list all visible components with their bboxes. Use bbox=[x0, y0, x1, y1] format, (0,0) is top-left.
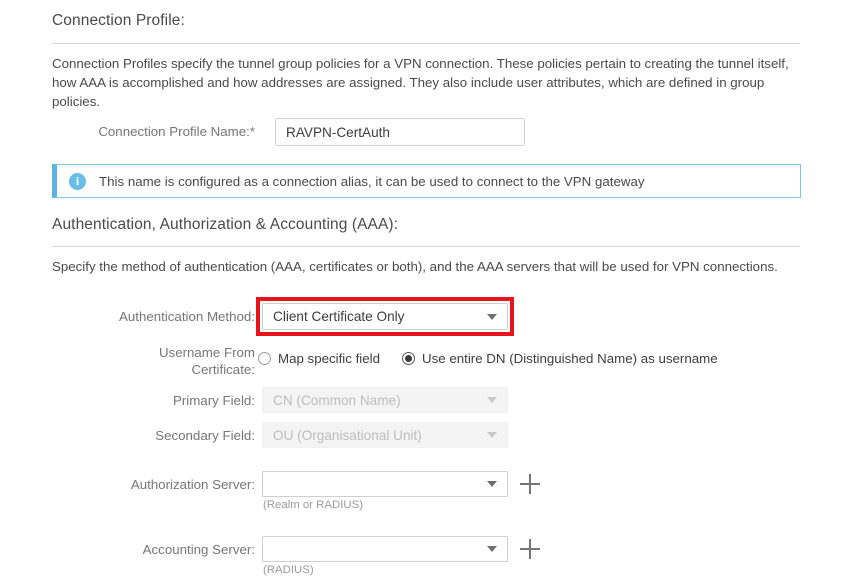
connection-profile-description: Connection Profiles specify the tunnel g… bbox=[52, 56, 789, 109]
primary-field-select: CN (Common Name) bbox=[262, 387, 508, 413]
username-from-certificate-radio-group: Map specific field Use entire DN (Distin… bbox=[258, 351, 718, 366]
secondary-field-label: Secondary Field: bbox=[155, 428, 255, 443]
chevron-down-icon bbox=[487, 313, 497, 320]
radio-indicator bbox=[258, 352, 271, 365]
aaa-description: Specify the method of authentication (AA… bbox=[52, 259, 778, 274]
radio-use-entire-dn-label: Use entire DN (Distinguished Name) as us… bbox=[422, 351, 718, 366]
info-banner-text: This name is configured as a connection … bbox=[99, 173, 645, 189]
authentication-method-select[interactable]: Client Certificate Only bbox=[262, 303, 508, 330]
info-icon: i bbox=[69, 172, 86, 190]
authentication-method-label: Authentication Method: bbox=[118, 309, 255, 324]
username-from-certificate-label-line2: Certificate: bbox=[191, 362, 255, 377]
authorization-server-label: Authorization Server: bbox=[130, 477, 255, 492]
authorization-server-hint: (Realm or RADIUS) bbox=[263, 499, 363, 511]
chevron-down-icon bbox=[487, 481, 497, 487]
connection-profile-divider bbox=[52, 43, 800, 44]
add-authorization-server-button[interactable] bbox=[520, 474, 540, 494]
radio-use-entire-dn[interactable]: Use entire DN (Distinguished Name) as us… bbox=[402, 351, 718, 366]
radio-map-specific-field-label: Map specific field bbox=[278, 351, 380, 366]
authorization-server-select[interactable] bbox=[262, 471, 508, 497]
accounting-server-hint: (RADIUS) bbox=[263, 564, 314, 576]
accounting-server-select[interactable] bbox=[262, 536, 508, 562]
secondary-field-select: OU (Organisational Unit) bbox=[262, 422, 508, 448]
connection-alias-info-banner: i This name is configured as a connectio… bbox=[52, 164, 801, 198]
primary-field-label: Primary Field: bbox=[172, 393, 255, 408]
secondary-field-value: OU (Organisational Unit) bbox=[273, 427, 422, 443]
aaa-divider bbox=[52, 246, 800, 247]
connection-profile-heading: Connection Profile: bbox=[52, 12, 185, 29]
radio-indicator-selected bbox=[402, 352, 415, 365]
radio-map-specific-field[interactable]: Map specific field bbox=[258, 351, 380, 366]
accounting-server-label: Accounting Server: bbox=[142, 542, 255, 557]
connection-profile-name-label: Connection Profile Name:* bbox=[98, 124, 255, 139]
add-accounting-server-button[interactable] bbox=[520, 539, 540, 559]
connection-profile-name-input[interactable] bbox=[275, 118, 525, 146]
connection-profile-wizard-panel: Connection Profile: Connection Profiles … bbox=[0, 0, 852, 586]
chevron-down-icon bbox=[487, 397, 497, 403]
authentication-method-value: Client Certificate Only bbox=[273, 309, 405, 324]
username-from-certificate-label: Username From Certificate: bbox=[55, 344, 255, 378]
aaa-heading: Authentication, Authorization & Accounti… bbox=[52, 216, 399, 233]
chevron-down-icon bbox=[487, 546, 497, 552]
primary-field-value: CN (Common Name) bbox=[273, 392, 401, 408]
chevron-down-icon bbox=[487, 432, 497, 438]
username-from-certificate-label-line1: Username From bbox=[158, 345, 255, 360]
